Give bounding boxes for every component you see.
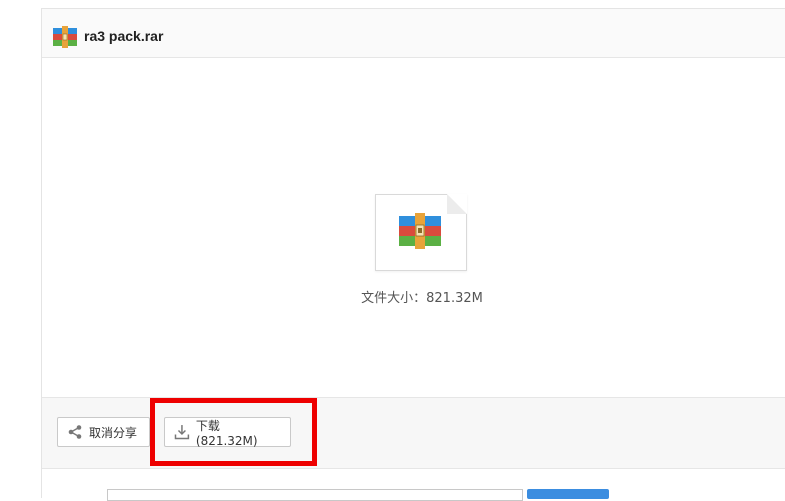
file-header: ra3 pack.rar	[42, 9, 785, 58]
file-thumbnail	[375, 194, 467, 271]
file-preview-area: 文件大小：821.32M	[42, 58, 785, 397]
winrar-archive-icon	[399, 213, 441, 249]
file-size-text: 文件大小：821.32M	[361, 291, 483, 306]
red-highlight-box	[150, 398, 317, 466]
share-icon	[68, 425, 82, 439]
bottom-input[interactable]	[107, 489, 523, 501]
cancel-share-button[interactable]: 取消分享	[57, 417, 150, 447]
bottom-button[interactable]	[527, 489, 609, 499]
page-fold	[447, 194, 467, 214]
winrar-archive-icon	[53, 26, 77, 48]
cancel-share-label: 取消分享	[89, 425, 138, 440]
file-name: ra3 pack.rar	[84, 28, 164, 44]
